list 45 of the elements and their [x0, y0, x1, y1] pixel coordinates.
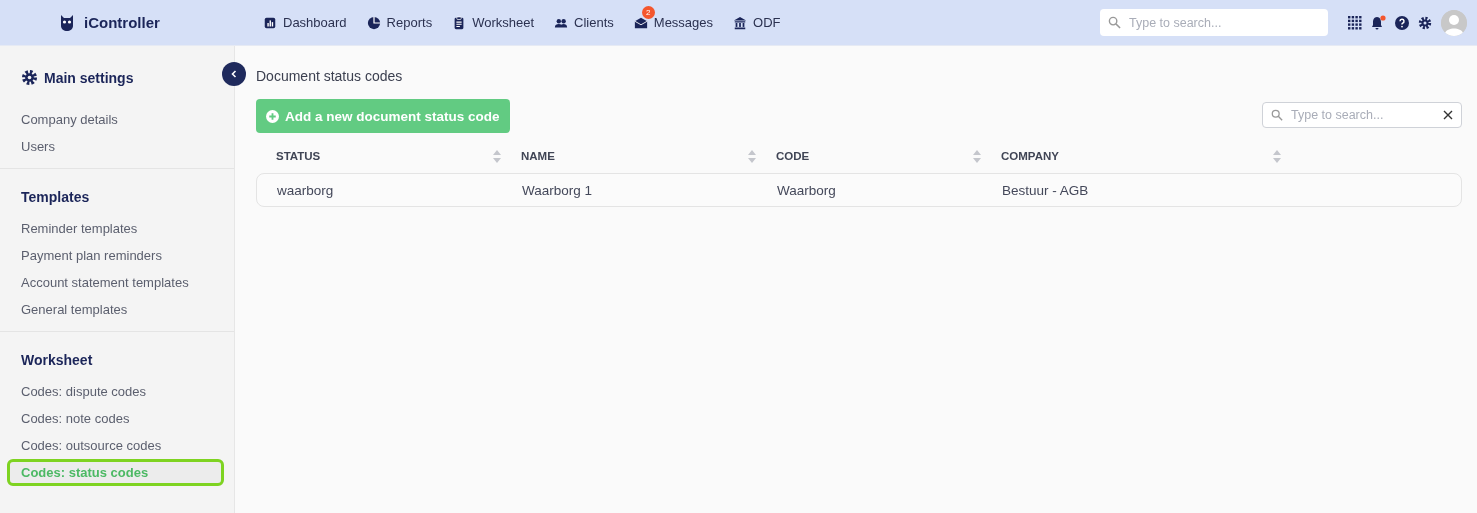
sidebar-item[interactable]: Payment plan reminders — [7, 242, 224, 269]
sidebar-item[interactable]: Account statement templates — [7, 269, 224, 296]
nav-link[interactable]: Dashboard — [263, 14, 347, 31]
table-search-field[interactable]: Type to search... — [1262, 102, 1462, 128]
sidebar-title: Main settings — [44, 69, 134, 86]
search-field[interactable]: Type to search... — [1100, 9, 1328, 36]
bell-icon[interactable] — [1371, 15, 1386, 30]
section-heading: Templates — [20, 188, 91, 207]
table-cell: waarborg — [277, 182, 334, 198]
table-cell: Waarborg — [777, 182, 836, 198]
message-count-badge: 2 — [641, 5, 655, 19]
sidebar-item[interactable]: Company details — [7, 106, 224, 133]
column-header[interactable]: COMPANY — [1001, 150, 1059, 162]
help-icon[interactable] — [1395, 15, 1409, 30]
column-header[interactable]: CODE — [776, 150, 810, 162]
nav-link[interactable]: ODF — [733, 14, 781, 31]
search-input[interactable]: Type to search... — [1127, 14, 1320, 31]
table-cell: Waarborg 1 — [522, 182, 593, 198]
clear-icon[interactable] — [1443, 110, 1453, 120]
apps-grid-icon[interactable] — [1348, 15, 1362, 30]
sidebar-item[interactable]: Users — [7, 133, 224, 160]
table-search-input[interactable]: Type to search... — [1289, 107, 1437, 123]
sidebar-item[interactable]: Codes: dispute codes — [7, 378, 224, 405]
table-cell: Bestuur - AGB — [1002, 182, 1089, 198]
column-header[interactable]: NAME — [521, 150, 555, 162]
collapse-sidebar-button[interactable] — [222, 62, 246, 86]
sidebar-item[interactable]: Codes: outsource codes — [7, 432, 224, 459]
column-header[interactable]: STATUS — [276, 150, 321, 162]
owl-logo-icon — [60, 13, 74, 32]
sidebar-item[interactable]: General templates — [7, 296, 224, 323]
plus-circle-icon — [266, 109, 279, 123]
nav-link[interactable]: Clients — [554, 14, 614, 31]
pie-icon — [366, 14, 381, 31]
nav-link[interactable]: Reports — [366, 14, 433, 31]
section-heading: Worksheet — [20, 351, 94, 370]
search-icon — [1108, 16, 1121, 29]
bank-icon — [733, 14, 748, 31]
chevron-left-icon — [230, 70, 238, 78]
brand-name: iController — [84, 14, 160, 31]
sidebar-item[interactable]: Reminder templates — [7, 215, 224, 242]
nav-link[interactable]: Worksheet — [452, 14, 535, 31]
page-title: Document status codes — [256, 68, 404, 84]
search-icon — [1271, 109, 1283, 121]
table-row[interactable]: waarborg Waarborg 1 Waarborg Bestuur - AGB — [256, 173, 1462, 207]
sidebar-item[interactable]: Codes: note codes — [7, 405, 224, 432]
